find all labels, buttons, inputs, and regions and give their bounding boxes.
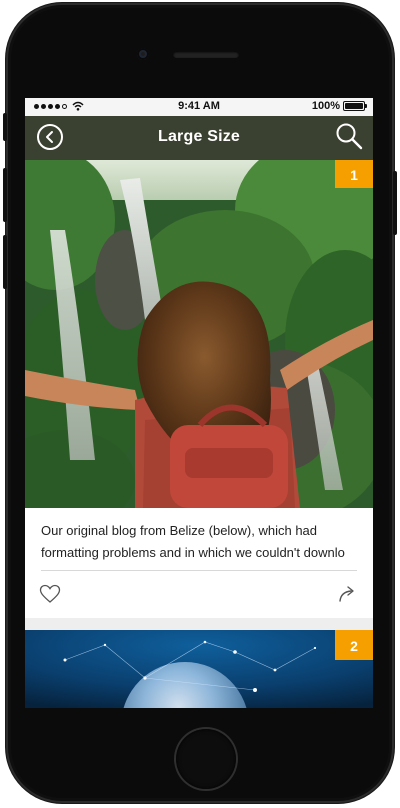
battery-indicator: 100%: [311, 100, 367, 112]
search-icon[interactable]: [335, 122, 363, 150]
volume-down-button: [3, 235, 7, 289]
waterfall-photo: [25, 160, 373, 508]
volume-up-button: [3, 168, 7, 222]
post-card[interactable]: 1 Our original blog from Belize (below),…: [25, 160, 373, 630]
status-bar: 9:41 AM 100%: [25, 98, 373, 116]
post-number-badge: 2: [335, 630, 373, 660]
nav-bar: Large Size: [25, 116, 373, 160]
post-excerpt: Our original blog from Belize (below), w…: [41, 520, 359, 564]
post-image: 1: [25, 160, 373, 508]
screen: 9:41 AM 100% Large Size 1 Our original b…: [25, 98, 373, 708]
speaker-grille: [173, 51, 239, 58]
share-icon[interactable]: [337, 584, 359, 604]
mute-switch: [3, 113, 7, 141]
page-title: Large Size: [157, 128, 241, 145]
home-button[interactable]: [176, 729, 236, 789]
card-divider: [41, 570, 357, 571]
power-button: [393, 171, 397, 235]
post-excerpt-line: Our original blog from Belize (below), w…: [41, 523, 318, 538]
post-excerpt-line: formatting problems and in which we coul…: [41, 545, 345, 560]
post-number-badge: 1: [335, 160, 373, 188]
card-separator: [25, 618, 373, 630]
battery-percent: 100%: [311, 100, 340, 112]
post-card[interactable]: 2: [25, 630, 373, 708]
front-camera: [137, 48, 149, 60]
globe-network-photo: [25, 630, 373, 708]
battery-icon: [343, 101, 367, 111]
heart-icon[interactable]: [39, 584, 61, 604]
